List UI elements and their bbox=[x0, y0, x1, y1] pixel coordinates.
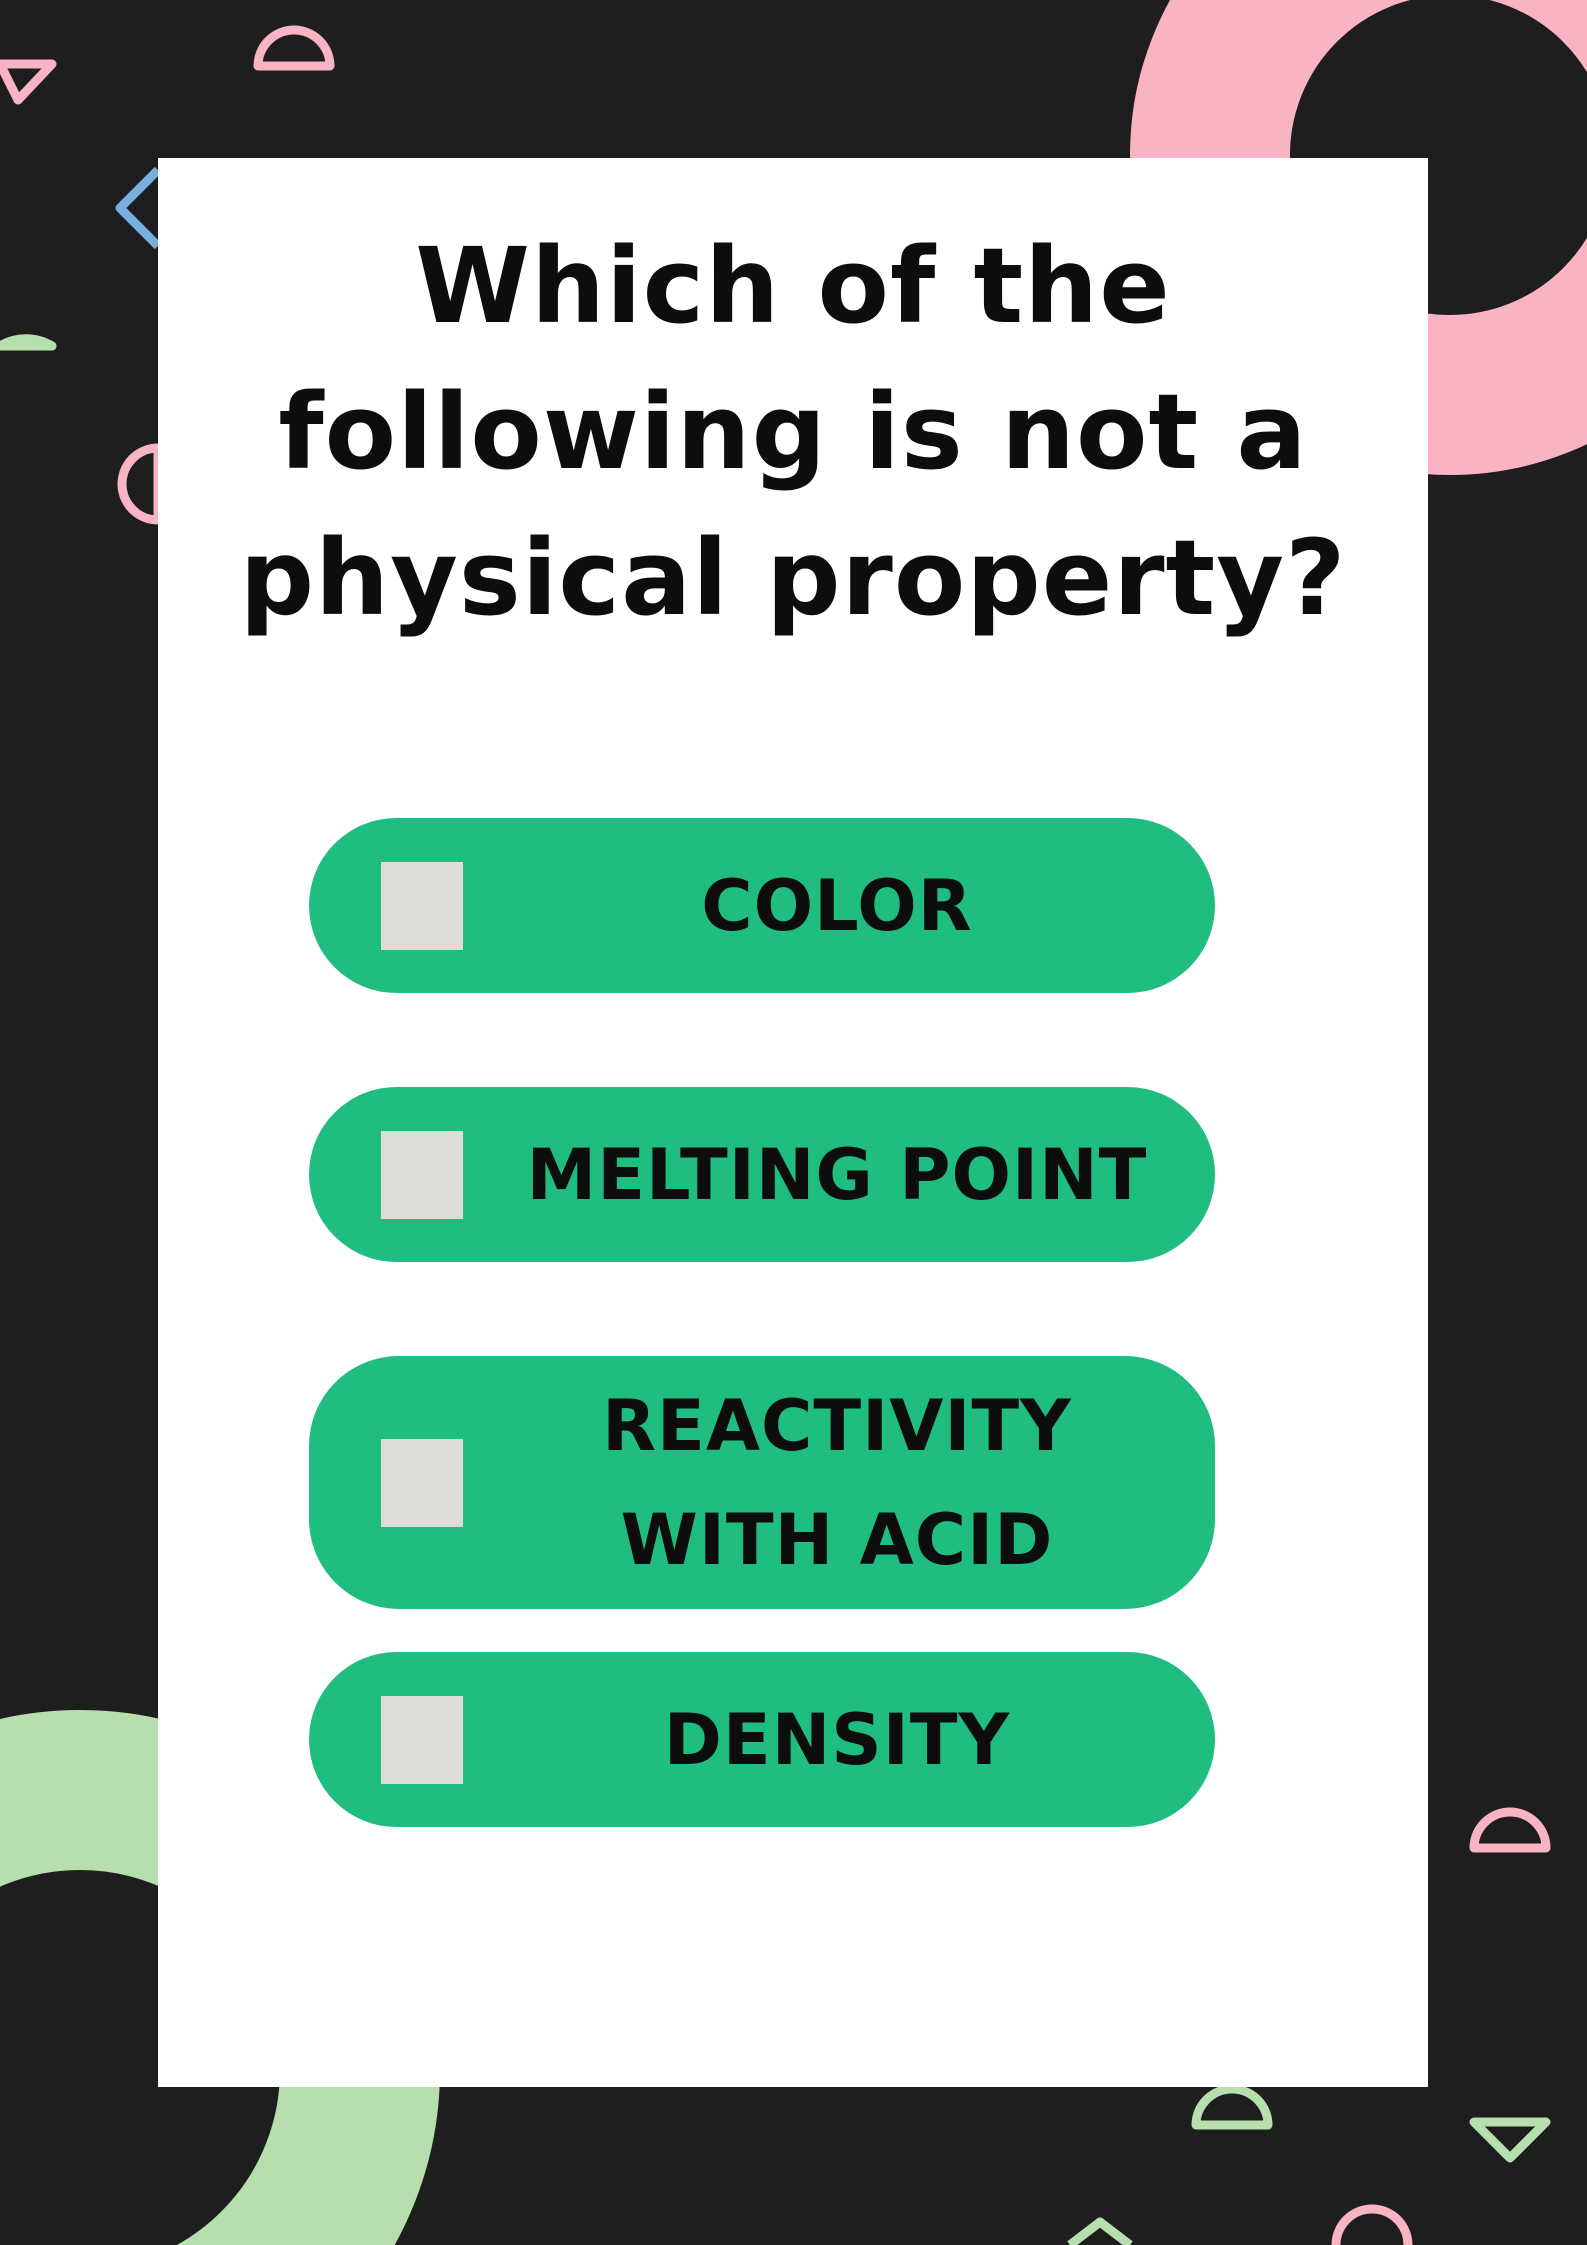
question-text: Which of the following is not a physical… bbox=[239, 225, 1347, 639]
answer-label-text: REACTIVITY WITH ACID bbox=[602, 1384, 1072, 1581]
answer-label: MELTING POINT bbox=[499, 1087, 1175, 1262]
answer-option-color[interactable]: COLOR bbox=[309, 818, 1215, 993]
quiz-card: Which of the following is not a physical… bbox=[158, 158, 1428, 2087]
semicircle-outline-icon bbox=[1469, 1807, 1551, 1853]
triangle-outline-icon bbox=[0, 59, 57, 105]
answer-label-text: DENSITY bbox=[663, 1698, 1011, 1781]
semicircle-outline-icon bbox=[253, 25, 335, 71]
answer-option-density[interactable]: DENSITY bbox=[309, 1652, 1215, 1827]
answer-label-text: MELTING POINT bbox=[526, 1133, 1148, 1216]
answer-label: REACTIVITY WITH ACID bbox=[499, 1356, 1175, 1609]
triangle-outline-icon bbox=[1469, 2117, 1551, 2163]
answer-checkbox[interactable] bbox=[381, 861, 463, 950]
semicircle-outline-icon bbox=[1191, 2084, 1273, 2130]
answer-label: DENSITY bbox=[499, 1652, 1175, 1827]
diamond-outline-icon bbox=[115, 166, 162, 250]
answer-checkbox[interactable] bbox=[381, 1438, 463, 1527]
triangle-outline-icon bbox=[1067, 2217, 1133, 2245]
semicircle-outline-icon bbox=[117, 443, 159, 525]
semicircle-outline-icon bbox=[1331, 2204, 1413, 2245]
answer-label: COLOR bbox=[499, 818, 1175, 993]
semicircle-outline-icon bbox=[0, 334, 57, 351]
answer-checkbox[interactable] bbox=[381, 1130, 463, 1219]
answer-option-melting-point[interactable]: MELTING POINT bbox=[309, 1087, 1215, 1262]
answer-label-text: COLOR bbox=[701, 864, 973, 947]
answer-checkbox[interactable] bbox=[381, 1695, 463, 1784]
answer-option-reactivity-with-acid[interactable]: REACTIVITY WITH ACID bbox=[309, 1356, 1215, 1609]
